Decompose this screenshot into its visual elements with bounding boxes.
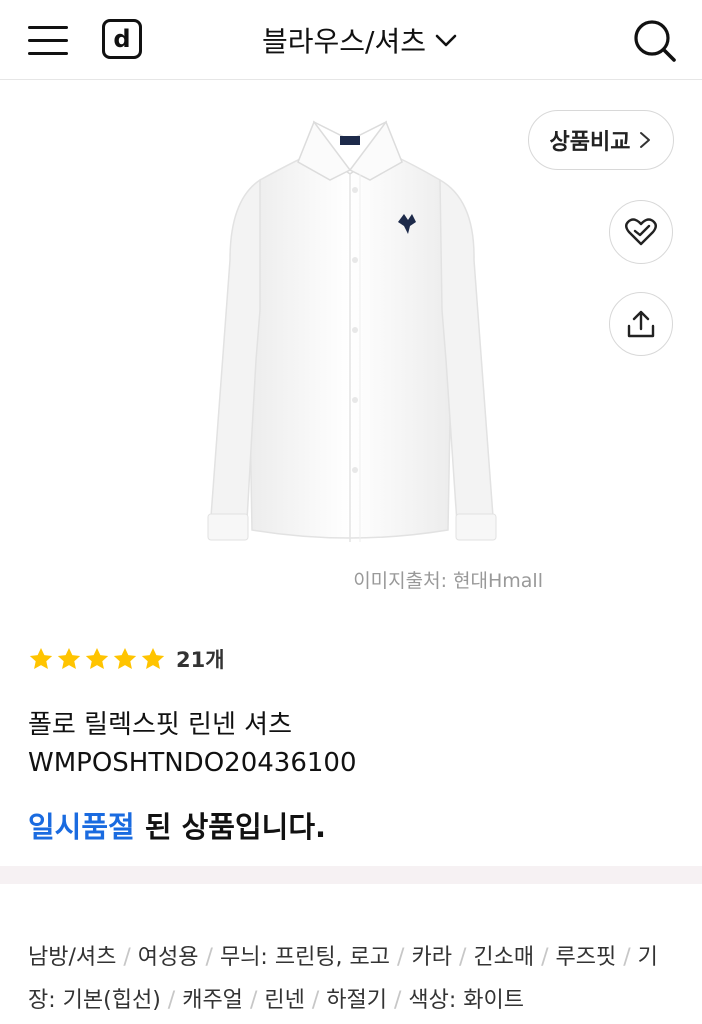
compare-label: 상품비교 <box>549 130 631 155</box>
star-icon <box>141 647 165 669</box>
search-icon[interactable] <box>632 18 678 64</box>
product-name: 폴로 릴렉스핏 린넨 셔츠 <box>28 710 292 740</box>
tag-separator: / <box>311 988 320 1013</box>
product-code: WMPOSHTNDO20436100 <box>28 748 357 778</box>
chevron-right-icon <box>640 132 651 148</box>
share-button[interactable] <box>609 292 673 356</box>
attribute-tag: 색상: 화이트 <box>408 988 525 1013</box>
heart-check-icon <box>625 218 657 246</box>
product-attributes: 남방/셔츠 / 여성용 / 무늬: 프린팅, 로고 / 카라 / 긴소매 / 루즈핏 / 기장: 기본(… <box>28 936 668 1022</box>
attribute-tag: 루즈핏 <box>555 945 617 970</box>
attribute-tag: 남방/셔츠 <box>28 945 117 970</box>
soldout-rest: 된 상품입니다. <box>134 810 327 844</box>
tag-separator: / <box>394 988 402 1013</box>
attribute-tag: 하절기 <box>326 988 387 1013</box>
chevron-down-icon <box>435 34 457 47</box>
star-icon <box>113 647 137 669</box>
compare-button[interactable]: 상품비교 <box>528 110 674 170</box>
tag-separator: / <box>205 945 213 970</box>
section-divider <box>0 866 702 884</box>
tag-separator: / <box>397 945 405 970</box>
tag-separator: / <box>249 988 258 1013</box>
tag-separator: / <box>458 945 467 970</box>
attribute-tag: 카라 <box>411 945 452 970</box>
image-credit: 이미지출처: 현대Hmall <box>353 570 543 592</box>
attribute-tag: 여성용 <box>137 945 199 970</box>
rating[interactable]: 21개 <box>28 643 225 675</box>
share-upload-icon <box>627 310 655 338</box>
hamburger-menu-icon[interactable] <box>28 25 68 55</box>
attribute-tag: 캐주얼 <box>182 988 243 1013</box>
soldout-accent: 일시품절 <box>28 810 135 844</box>
category-dropdown[interactable]: 블라우스/셔츠 <box>230 22 490 58</box>
star-icon <box>85 647 109 669</box>
tag-separator: / <box>167 988 176 1013</box>
tag-separator: / <box>623 945 631 970</box>
tag-separator: / <box>123 945 131 970</box>
top-header: d 블라우스/셔츠 <box>0 0 702 80</box>
logo-button[interactable]: d <box>102 19 142 59</box>
star-icon <box>57 647 81 669</box>
tag-separator: / <box>541 945 549 970</box>
attribute-tag: 무늬: 프린팅, 로고 <box>219 945 391 970</box>
review-count: 21개 <box>176 648 225 672</box>
product-image[interactable] <box>190 110 510 550</box>
star-rating <box>28 646 166 672</box>
attribute-tag: 긴소매 <box>473 945 535 970</box>
star-icon <box>29 647 53 669</box>
attribute-tag: 린넨 <box>264 988 305 1013</box>
soldout-notice: 일시품절 된 상품입니다. <box>28 804 326 846</box>
wishlist-button[interactable] <box>609 200 673 264</box>
logo-text: d <box>113 25 131 53</box>
category-title: 블라우스/셔츠 <box>262 25 426 58</box>
